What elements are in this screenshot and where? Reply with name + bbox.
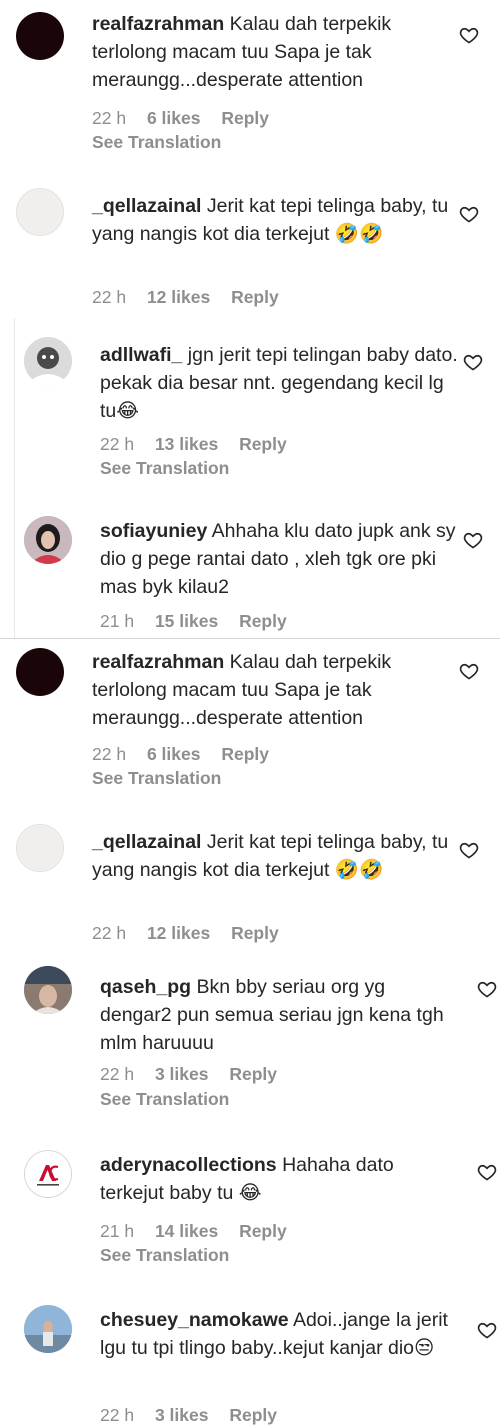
avatar[interactable] [24, 966, 72, 1014]
username[interactable]: realfazrahman [92, 13, 224, 35]
comment-meta: 22 h 3 likes Reply [100, 1405, 277, 1426]
username[interactable]: qaseh_pg [100, 976, 191, 998]
username[interactable]: aderynacollections [100, 1154, 277, 1176]
comment-body: chesuey_namokawe Adoi..jange la jerit lg… [100, 1306, 460, 1362]
username[interactable]: adllwafi_ [100, 344, 182, 366]
heart-outline-icon[interactable] [463, 530, 483, 550]
reply-button[interactable]: Reply [239, 1221, 287, 1242]
see-translation-link[interactable]: See Translation [100, 458, 229, 479]
see-translation-link[interactable]: See Translation [100, 1245, 229, 1266]
comment-meta: 22 h 6 likes Reply [92, 744, 269, 765]
comment-body: _qellazainal Jerit kat tepi telinga baby… [92, 828, 452, 884]
avatar[interactable] [16, 648, 64, 696]
profile-photo-icon [24, 966, 72, 1014]
likes-count[interactable]: 12 likes [147, 923, 210, 944]
reply-button[interactable]: Reply [231, 923, 279, 944]
heart-outline-icon[interactable] [477, 979, 497, 999]
heart-outline-icon[interactable] [459, 840, 479, 860]
username[interactable]: sofiayuniey [100, 520, 207, 542]
comment-body: aderynacollections Hahaha dato terkejut … [100, 1151, 460, 1207]
avatar[interactable] [16, 188, 64, 236]
likes-count[interactable]: 3 likes [155, 1064, 209, 1085]
comment-body: sofiayuniey Ahhaha klu dato jupk ank sy … [100, 517, 460, 601]
profile-photo-icon [24, 516, 72, 564]
comment-meta: 22 h 12 likes Reply [92, 923, 279, 944]
heart-outline-icon[interactable] [459, 204, 479, 224]
reply-button[interactable]: Reply [239, 434, 287, 455]
comment-body: _qellazainal Jerit kat tepi telinga baby… [92, 192, 452, 248]
reply-button[interactable]: Reply [221, 744, 269, 765]
avatar[interactable] [24, 1150, 72, 1198]
avatar[interactable] [16, 12, 64, 60]
reply-button[interactable]: Reply [221, 108, 269, 129]
comment-meta: 21 h 14 likes Reply [100, 1221, 287, 1242]
see-translation-link[interactable]: See Translation [100, 1089, 229, 1110]
see-translation-link[interactable]: See Translation [92, 768, 221, 789]
comment-body: realfazrahman Kalau dah terpekik terlolo… [92, 10, 452, 94]
segment-guide-line [14, 318, 15, 638]
comment-meta: 22 h 3 likes Reply [100, 1064, 277, 1085]
heart-outline-icon[interactable] [459, 661, 479, 681]
heart-outline-icon[interactable] [477, 1320, 497, 1340]
heart-outline-icon[interactable] [459, 25, 479, 45]
reply-button[interactable]: Reply [239, 611, 287, 632]
timestamp: 22 h [92, 108, 127, 128]
section-divider [0, 638, 500, 639]
reply-button[interactable]: Reply [229, 1405, 277, 1426]
timestamp: 22 h [92, 287, 127, 307]
reply-button[interactable]: Reply [229, 1064, 277, 1085]
timestamp: 22 h [100, 1405, 135, 1425]
comment-body: realfazrahman Kalau dah terpekik terlolo… [92, 648, 452, 732]
default-avatar-icon [24, 337, 72, 385]
reply-button[interactable]: Reply [231, 287, 279, 308]
comment-meta: 22 h 6 likes Reply [92, 108, 269, 129]
likes-count[interactable]: 14 likes [155, 1221, 218, 1242]
profile-photo-icon [24, 1305, 72, 1353]
likes-count[interactable]: 13 likes [155, 434, 218, 455]
likes-count[interactable]: 12 likes [147, 287, 210, 308]
comment-body: qaseh_pg Bkn bby seriau org yg dengar2 p… [100, 973, 460, 1057]
username[interactable]: realfazrahman [92, 651, 224, 673]
heart-outline-icon[interactable] [477, 1162, 497, 1182]
comment-meta: 21 h 15 likes Reply [100, 611, 287, 632]
likes-count[interactable]: 6 likes [147, 744, 201, 765]
comment-meta: 22 h 12 likes Reply [92, 287, 279, 308]
timestamp: 22 h [100, 434, 135, 454]
see-translation-link[interactable]: See Translation [92, 132, 221, 153]
brand-logo-icon [37, 1165, 59, 1186]
timestamp: 22 h [100, 1064, 135, 1084]
timestamp: 21 h [100, 611, 135, 631]
heart-outline-icon[interactable] [463, 352, 483, 372]
likes-count[interactable]: 15 likes [155, 611, 218, 632]
screenshot-seam [0, 316, 500, 318]
likes-count[interactable]: 3 likes [155, 1405, 209, 1426]
timestamp: 22 h [92, 923, 127, 943]
timestamp: 22 h [92, 744, 127, 764]
avatar[interactable] [24, 1305, 72, 1353]
likes-count[interactable]: 6 likes [147, 108, 201, 129]
timestamp: 21 h [100, 1221, 135, 1241]
comment-meta: 22 h 13 likes Reply [100, 434, 287, 455]
avatar[interactable] [24, 337, 72, 385]
username[interactable]: chesuey_namokawe [100, 1309, 289, 1331]
username[interactable]: _qellazainal [92, 831, 201, 853]
avatar[interactable] [16, 824, 64, 872]
avatar[interactable] [24, 516, 72, 564]
username[interactable]: _qellazainal [92, 195, 201, 217]
comment-body: adllwafi_ jgn jerit tepi telingan baby d… [100, 341, 460, 425]
